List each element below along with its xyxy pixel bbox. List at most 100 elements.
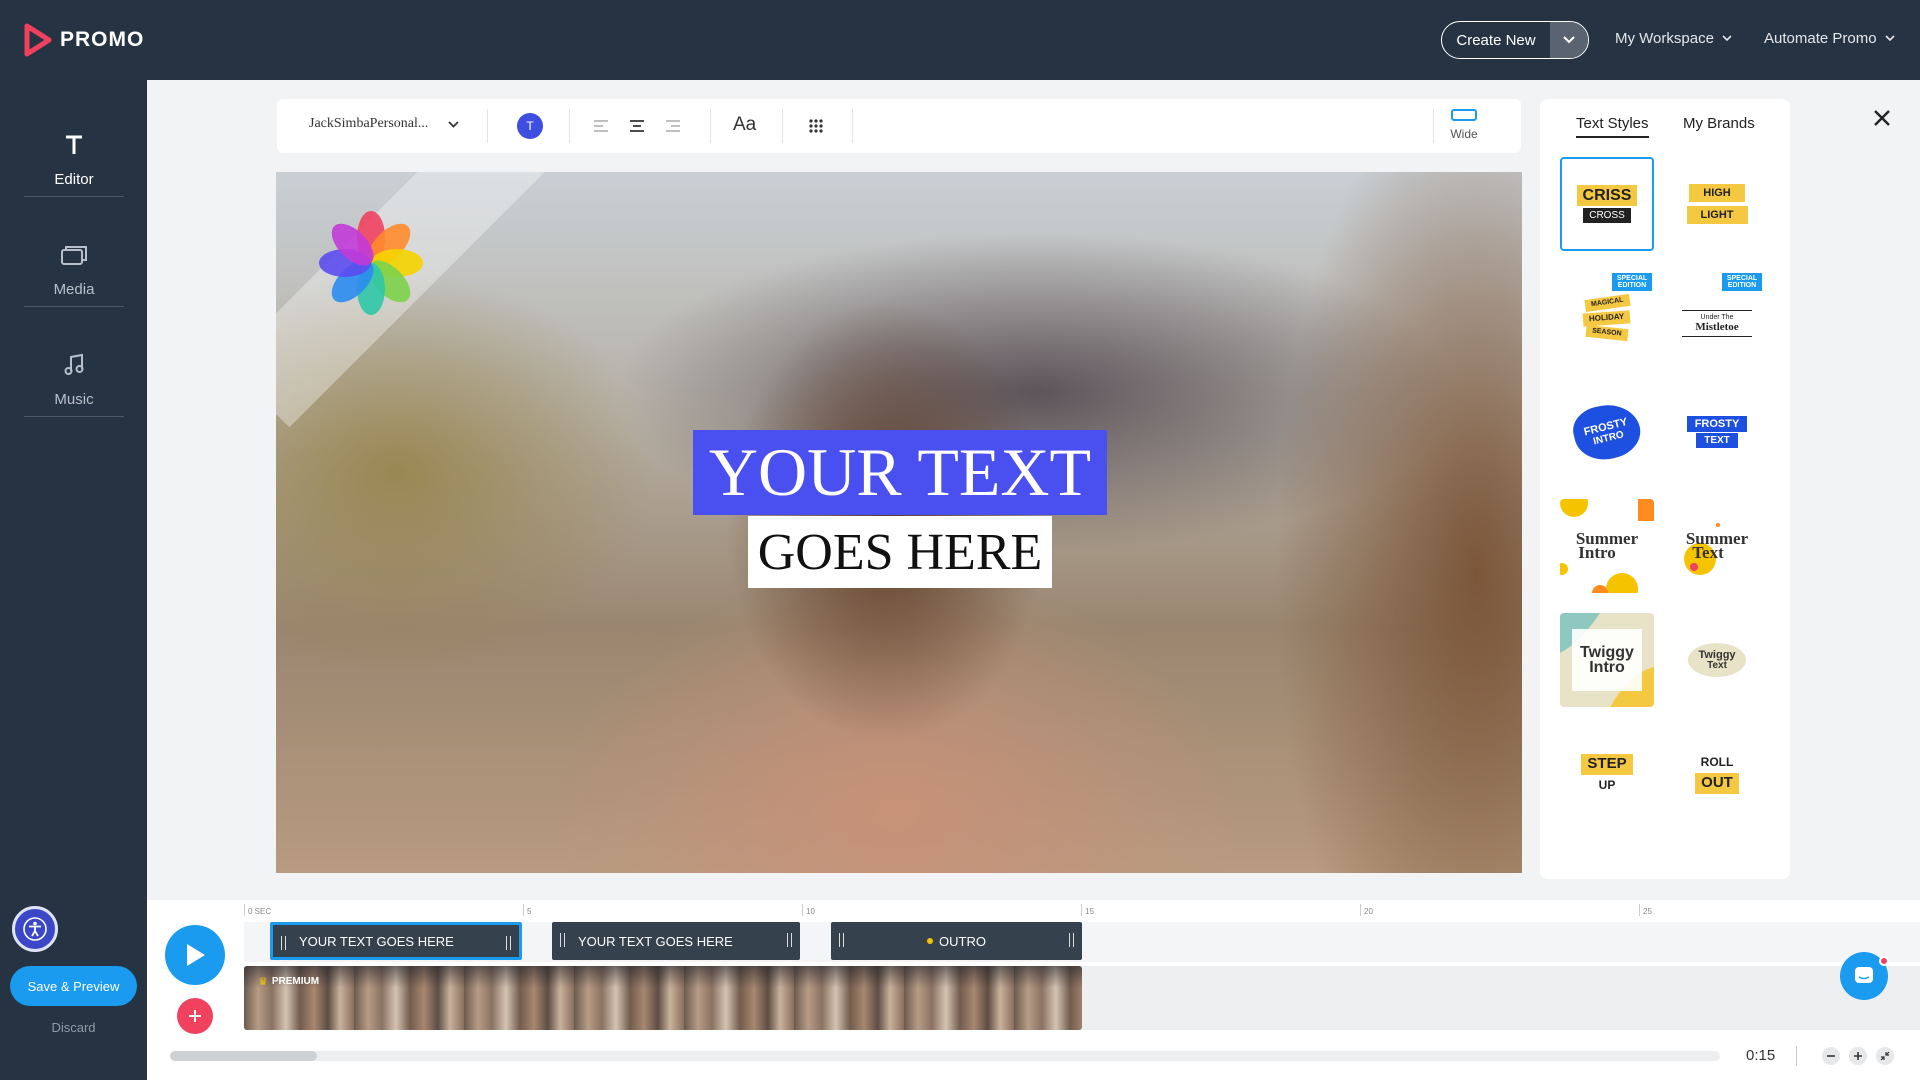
align-left-button[interactable] — [588, 113, 614, 139]
video-filmstrip[interactable] — [244, 966, 1082, 1030]
style-card-twiggy-text[interactable]: Twiggy Text — [1670, 613, 1764, 707]
sidebar-divider — [24, 196, 124, 197]
fit-timeline-button[interactable] — [1876, 1047, 1894, 1065]
style-card-text: LIGHT — [1686, 206, 1748, 225]
premium-badge: ♛ PREMIUM — [258, 975, 319, 988]
create-new-dropdown[interactable] — [1550, 22, 1588, 58]
sidebar-item-media[interactable]: Media — [24, 214, 124, 324]
sidebar-divider — [24, 306, 124, 307]
toolbar-divider — [1433, 109, 1434, 143]
style-card-text: CROSS — [1583, 208, 1631, 224]
headline-line-2[interactable]: GOES HERE — [748, 516, 1052, 588]
promo-logo[interactable]: PROMO — [24, 22, 144, 58]
create-new-label: Create New — [1456, 31, 1536, 49]
timeline-ruler: 0 SEC 5 10 15 20 25 — [244, 904, 1920, 924]
align-right-button[interactable] — [660, 113, 686, 139]
clip-drag-handle-right[interactable] — [1069, 933, 1074, 947]
ruler-tick — [1081, 904, 1082, 916]
accessibility-button[interactable] — [12, 906, 58, 952]
style-card-criss-cross[interactable]: CRISS CROSS — [1560, 157, 1654, 251]
promo-flower-watermark-icon — [319, 211, 423, 315]
aspect-ratio-button[interactable]: Wide — [1437, 109, 1491, 141]
ruler-label: 0 SEC — [248, 907, 272, 916]
timeline-clip-text-1[interactable]: YOUR TEXT GOES HERE — [270, 922, 522, 960]
style-card-text: FROSTY — [1686, 415, 1748, 433]
style-card-text: MAGICAL — [1584, 293, 1630, 312]
zoom-in-button[interactable] — [1849, 1047, 1867, 1065]
style-card-text: Under The — [1682, 309, 1752, 321]
automate-promo-menu[interactable]: Automate Promo — [1764, 30, 1895, 47]
special-edition-badge: SPECIAL EDITION — [1722, 273, 1762, 291]
twiggy-blob: Twiggy Text — [1688, 643, 1746, 677]
font-select[interactable]: JackSimbaPersonal... — [309, 116, 459, 132]
ruler-tick — [523, 904, 524, 916]
zoom-out-button[interactable] — [1822, 1047, 1840, 1065]
timeline-scrollbar[interactable] — [170, 1051, 1720, 1061]
plus-icon — [1854, 1052, 1862, 1060]
timeline-clip-outro[interactable]: OUTRO — [831, 922, 1082, 960]
style-card-roll-out[interactable]: ROLL OUT — [1670, 727, 1764, 821]
create-new-button[interactable]: Create New — [1441, 21, 1589, 59]
play-button[interactable] — [165, 925, 225, 985]
clip-drag-handle-right[interactable] — [787, 933, 792, 947]
style-card-text: UP — [1598, 777, 1616, 792]
automate-promo-label: Automate Promo — [1764, 30, 1877, 47]
style-card-summer-text[interactable]: Summer Text — [1670, 499, 1764, 593]
style-card-twiggy-intro[interactable]: Twiggy Intro — [1560, 613, 1654, 707]
style-card-mistletoe[interactable]: SPECIAL EDITION Under The Mistletoe — [1670, 271, 1764, 365]
timeline-clip-text-2[interactable]: YOUR TEXT GOES HERE — [552, 922, 800, 960]
style-card-text: Text — [1692, 543, 1724, 562]
clip-drag-handle-left[interactable] — [281, 936, 286, 950]
accessibility-icon — [23, 917, 47, 941]
crown-icon: ♛ — [258, 976, 268, 988]
align-right-icon — [666, 120, 680, 132]
media-icon — [60, 241, 88, 269]
align-center-icon — [630, 120, 644, 132]
video-preview-canvas[interactable]: YOUR TEXT GOES HERE — [276, 172, 1522, 873]
sidebar-item-music[interactable]: Music — [24, 324, 124, 434]
sidebar-item-label: Music — [54, 390, 94, 408]
chevron-down-icon — [448, 120, 459, 128]
tab-text-styles[interactable]: Text Styles — [1576, 115, 1649, 138]
style-card-text: SEASON — [1585, 325, 1629, 342]
text-size-button[interactable]: Aa — [733, 114, 756, 136]
style-card-text: HIGH — [1689, 183, 1745, 202]
headline-line-1[interactable]: YOUR TEXT — [693, 430, 1107, 515]
style-card-high-light[interactable]: HIGH LIGHT — [1670, 157, 1764, 251]
clip-drag-handle-left[interactable] — [839, 933, 844, 947]
close-panel-icon[interactable] — [1870, 106, 1894, 130]
toolbar-divider — [710, 109, 711, 143]
play-icon — [187, 944, 205, 966]
style-card-step-up[interactable]: STEP UP — [1560, 727, 1654, 821]
ruler-tick — [1360, 904, 1361, 916]
font-name: JackSimbaPersonal... — [309, 116, 429, 131]
plus-icon — [189, 1010, 201, 1022]
align-left-icon — [594, 120, 608, 132]
style-card-frosty-text[interactable]: FROSTY TEXT — [1670, 385, 1764, 479]
save-preview-button[interactable]: Save & Preview — [10, 966, 137, 1006]
tab-my-brands[interactable]: My Brands — [1683, 115, 1755, 136]
discard-link[interactable]: Discard — [0, 1020, 147, 1035]
ruler-label: 15 — [1085, 907, 1094, 916]
clip-drag-handle-left[interactable] — [560, 933, 565, 947]
style-card-frosty-intro[interactable]: FROSTY INTRO — [1560, 385, 1654, 479]
style-card-summer-intro[interactable]: Summer Intro — [1560, 499, 1654, 593]
my-workspace-menu[interactable]: My Workspace — [1615, 30, 1732, 47]
sidebar-item-editor[interactable]: Editor — [24, 104, 124, 214]
special-edition-badge: SPECIAL EDITION — [1612, 273, 1652, 291]
add-scene-button[interactable] — [177, 998, 213, 1034]
style-card-text: STEP — [1581, 754, 1633, 775]
chevron-down-icon — [1563, 36, 1575, 44]
toolbar-divider — [852, 109, 853, 143]
style-card-magical-holiday[interactable]: SPECIAL EDITION MAGICAL HOLIDAY SEASON — [1560, 271, 1654, 365]
chevron-down-icon — [1884, 35, 1895, 42]
text-color-picker[interactable]: T — [517, 113, 543, 139]
align-center-button[interactable] — [624, 113, 650, 139]
timeline-scroll-thumb[interactable] — [170, 1051, 318, 1061]
style-card-text: Intro — [1578, 543, 1616, 562]
more-options-button[interactable] — [803, 113, 829, 139]
clip-drag-handle-right[interactable] — [506, 936, 511, 950]
aspect-ratio-label: Wide — [1450, 127, 1478, 141]
style-card-text: Intro — [1589, 659, 1625, 676]
style-card-text: Mistletoe — [1682, 321, 1752, 337]
